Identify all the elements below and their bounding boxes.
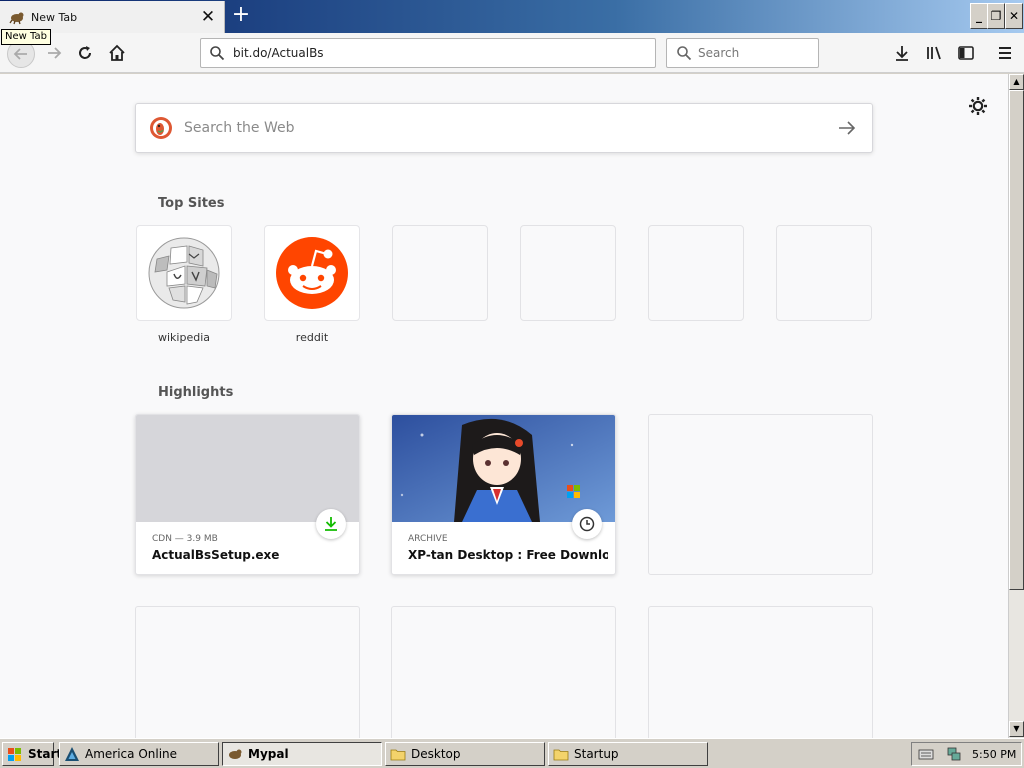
system-tray: 5:50 PM	[911, 742, 1022, 766]
highlight-badge	[316, 509, 346, 539]
address-bar[interactable]: bit.do/ActualBs	[200, 38, 656, 68]
top-sites-heading: Top Sites	[158, 196, 225, 211]
highlight-meta: ARCHIVE	[408, 534, 448, 544]
start-label: Start	[28, 747, 63, 761]
taskbar-item-aol[interactable]: America Online	[59, 742, 219, 766]
close-icon[interactable]: ✕	[1005, 3, 1023, 29]
highlight-title: XP-tan Desktop : Free Download...	[408, 548, 608, 562]
minimize-icon[interactable]: _	[970, 3, 988, 29]
top-site-tile-empty[interactable]	[776, 225, 872, 321]
menu-icon	[999, 47, 1011, 59]
top-site-tile-empty[interactable]	[392, 225, 488, 321]
aol-triangle-icon	[65, 747, 79, 761]
forward-icon	[48, 47, 62, 59]
folder-icon	[390, 749, 406, 761]
clock: 5:50 PM	[972, 747, 1017, 761]
search-bar-placeholder: Search	[698, 46, 740, 60]
top-site-tile-empty[interactable]	[520, 225, 616, 321]
search-icon	[677, 46, 692, 61]
tab-close-icon[interactable]: ✕	[200, 9, 216, 26]
library-icon	[927, 46, 941, 60]
network-icon[interactable]	[946, 746, 962, 762]
top-site-label: wikipedia	[157, 331, 210, 344]
scroll-up-arrow-icon[interactable]: ▲	[1009, 74, 1024, 90]
home-icon	[109, 44, 125, 61]
web-search-placeholder: Search the Web	[184, 120, 295, 136]
download-icon	[896, 46, 908, 61]
taskbar-item-startup[interactable]: Startup	[548, 742, 708, 766]
top-site-label: reddit	[295, 331, 329, 344]
highlight-card-archive[interactable]: ARCHIVE XP-tan Desktop : Free Download..…	[391, 414, 616, 575]
sidebar-icon	[958, 46, 974, 60]
vertical-scrollbar[interactable]: ▲ ▼	[1008, 74, 1024, 738]
menu-button[interactable]	[993, 41, 1017, 65]
home-button[interactable]	[105, 41, 129, 65]
download-icon	[325, 517, 337, 531]
arrow-right-icon[interactable]	[836, 117, 858, 139]
highlight-card-empty	[391, 606, 616, 738]
taskbar-item-label: America Online	[85, 747, 178, 761]
start-button[interactable]: Start	[2, 742, 62, 766]
web-search-box[interactable]: Search the Web	[135, 103, 873, 153]
windows-logo-icon	[8, 748, 21, 761]
highlight-card-empty	[135, 606, 360, 738]
tab-title: New Tab	[31, 10, 78, 24]
highlight-thumbnail	[136, 415, 359, 522]
highlight-card-empty	[648, 606, 873, 738]
library-button[interactable]	[922, 41, 946, 65]
taskbar-item-label: Startup	[574, 747, 619, 761]
keyboard-icon[interactable]	[918, 746, 934, 762]
restore-icon[interactable]: ❐	[987, 3, 1005, 29]
search-bar[interactable]: Search	[666, 38, 819, 68]
clock-icon	[579, 516, 595, 532]
scroll-down-arrow-icon[interactable]: ▼	[1009, 721, 1024, 737]
highlight-card-empty	[648, 414, 873, 575]
taskbar-item-mypal[interactable]: Mypal	[222, 742, 382, 766]
mypal-favicon-icon	[9, 12, 24, 25]
tab-strip: New Tab ✕ + _ ❐ ✕	[0, 0, 1024, 33]
navigation-toolbar: bit.do/ActualBs Search	[0, 33, 1024, 73]
tab-tooltip: New Tab	[1, 29, 51, 45]
highlight-meta: CDN — 3.9 MB	[152, 534, 218, 544]
back-icon	[13, 48, 27, 60]
wikipedia-globe-icon	[148, 237, 220, 309]
new-tab-page: Search the Web Top Sites wikipedia reddi…	[0, 74, 1008, 738]
taskbar-item-label: Mypal	[248, 747, 289, 761]
highlight-card-download[interactable]: CDN — 3.9 MB ActualBsSetup.exe	[135, 414, 360, 575]
top-site-tile-wikipedia[interactable]	[136, 225, 232, 321]
top-site-tile-reddit[interactable]	[264, 225, 360, 321]
address-bar-url: bit.do/ActualBs	[233, 46, 324, 60]
reload-icon	[79, 46, 91, 59]
top-site-tile-empty[interactable]	[648, 225, 744, 321]
downloads-button[interactable]	[890, 41, 914, 65]
folder-icon	[553, 749, 569, 761]
duckduckgo-logo-icon	[150, 117, 172, 139]
new-tab-button[interactable]: +	[229, 4, 253, 28]
xp-tan-thumbnail-image	[392, 415, 615, 522]
reddit-logo-icon	[276, 237, 348, 309]
taskbar-item-desktop[interactable]: Desktop	[385, 742, 545, 766]
mypal-icon	[229, 749, 242, 759]
scroll-thumb[interactable]	[1009, 90, 1024, 590]
highlight-title: ActualBsSetup.exe	[152, 548, 280, 562]
reload-button[interactable]	[73, 41, 97, 65]
taskbar: Start America Online Mypal Desktop Start…	[0, 738, 1024, 768]
highlights-heading: Highlights	[158, 385, 234, 400]
highlight-badge	[572, 509, 602, 539]
search-icon	[210, 46, 225, 61]
sidebar-button[interactable]	[954, 41, 978, 65]
taskbar-item-label: Desktop	[411, 747, 461, 761]
gear-icon[interactable]	[966, 94, 990, 118]
